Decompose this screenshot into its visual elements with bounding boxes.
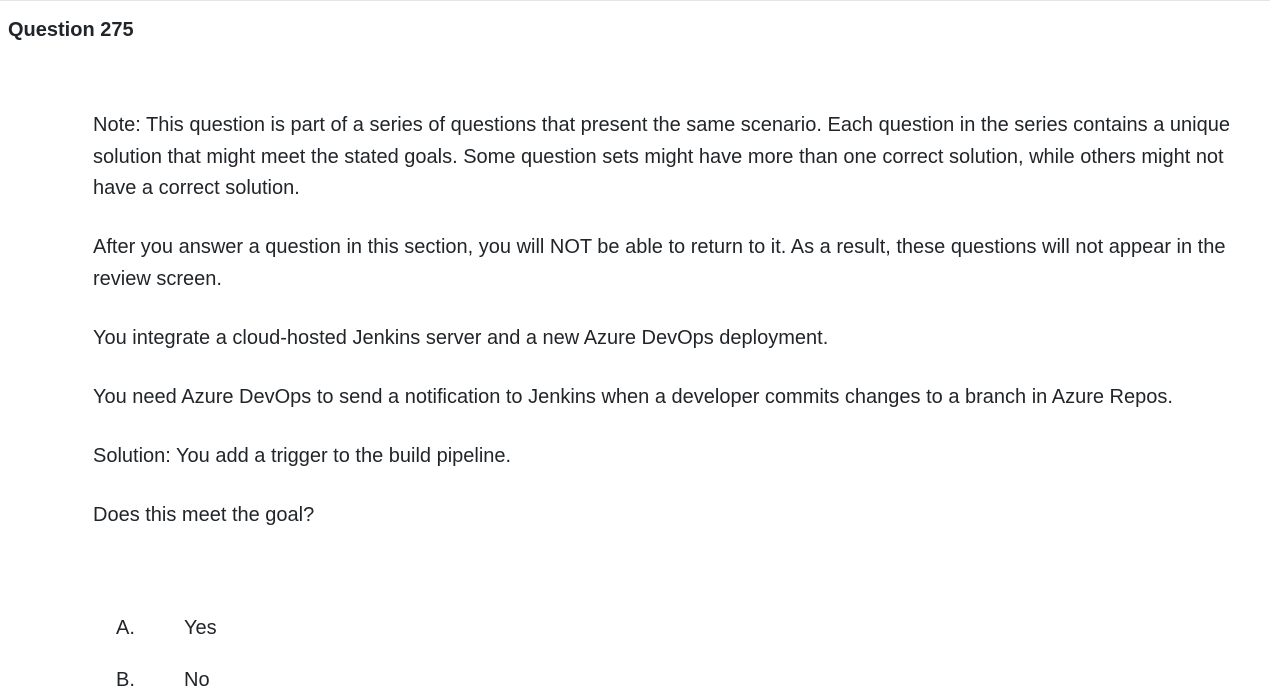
question-warning-paragraph: After you answer a question in this sect…: [93, 236, 1226, 290]
question-solution-paragraph: Solution: You add a trigger to the build…: [93, 444, 512, 467]
choice-a[interactable]: A. Yes: [116, 612, 716, 644]
choice-text: Yes: [184, 617, 217, 639]
choice-letter: B.: [116, 669, 135, 691]
choice-text: No: [184, 669, 210, 691]
question-title: Question 275: [8, 19, 134, 41]
choice-b[interactable]: B. No: [116, 664, 716, 696]
answer-choices: A. Yes B. No: [116, 612, 716, 700]
top-divider: [0, 0, 1270, 1]
question-requirement-paragraph: You need Azure DevOps to send a notifica…: [93, 385, 1173, 408]
choice-letter: A.: [116, 617, 135, 639]
question-scenario-paragraph: You integrate a cloud-hosted Jenkins ser…: [93, 326, 829, 349]
question-prompt-paragraph: Does this meet the goal?: [93, 503, 315, 526]
question-note-paragraph: Note: This question is part of a series …: [93, 114, 1230, 199]
question-body: Note: This question is part of a series …: [93, 110, 1265, 559]
